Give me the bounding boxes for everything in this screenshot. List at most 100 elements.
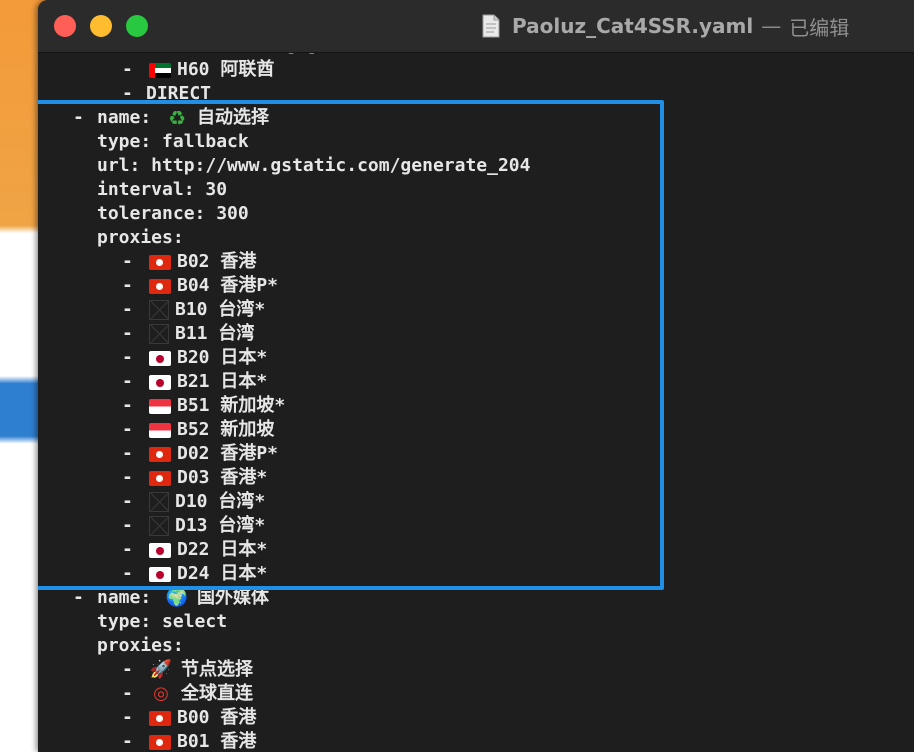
code-line[interactable]: - B21 日本* [38,370,530,394]
list-dash: - [122,299,133,320]
hong-kong-flag-icon [149,254,171,270]
line-text: B10 台湾* [175,299,266,320]
code-line[interactable]: - H60 阿联酋 [38,58,530,82]
code-line[interactable]: - B10 台湾* [38,298,530,322]
code-line[interactable]: - ◎ 全球直连 [38,682,530,706]
list-dash: - [122,515,133,536]
code-line[interactable]: - B51 新加坡* [38,394,530,418]
list-dash: - [73,107,84,128]
code-line[interactable]: - name: ♻ 自动选择 [38,106,530,130]
line-text: DIRECT [146,83,212,104]
window-title: Paoluz_Cat4SSR.yaml — 已编辑 [482,10,849,42]
line-text: interval: 30 [97,179,228,200]
list-dash: - [122,539,133,560]
edited-status: 已编辑 [789,15,850,40]
line-text: D02 香港P* [177,443,279,464]
line-text: 自动选择 [197,107,270,128]
name-key: name: [97,107,163,128]
list-dash: - [122,251,133,272]
line-text: D24 日本* [177,563,268,584]
line-text: proxies: [97,227,184,248]
line-text: B11 台湾 [175,323,255,344]
list-dash: - [122,659,133,680]
text-editor-area[interactable]: -H56 阿根廷 [2]-H60 阿联酋-DIRECT-name: ♻自动选择t… [38,53,914,752]
list-dash: - [122,371,133,392]
code-line[interactable]: - B11 台湾 [38,322,530,346]
code-line[interactable]: url: http://www.gstatic.com/generate_204 [38,154,530,178]
line-text: url: http://www.gstatic.com/generate_204 [97,155,531,176]
list-dash: - [122,83,133,104]
uae-flag-icon [149,62,171,78]
name-key: name: [97,587,163,608]
title-separator: — [761,14,782,38]
code-line[interactable]: - B02 香港 [38,250,530,274]
text-editor-window: Paoluz_Cat4SSR.yaml — 已编辑 -H56 阿根廷 [2]-H… [38,0,914,752]
code-line[interactable]: - D24 日本* [38,562,530,586]
hong-kong-flag-icon [149,446,171,462]
minimize-window-button[interactable] [90,15,112,37]
code-line[interactable]: - B00 香港 [38,706,530,730]
document-icon [482,14,500,38]
singapore-flag-icon [149,422,171,438]
list-dash: - [73,587,84,608]
line-text: B00 香港 [177,707,257,728]
code-line[interactable]: - D22 日本* [38,538,530,562]
code-line[interactable]: proxies: [38,634,530,658]
flag-icon [149,53,171,54]
recycle-icon: ♻ [168,106,186,130]
code-line[interactable]: - D10 台湾* [38,490,530,514]
code-line[interactable]: - B01 香港 [38,730,530,752]
code-line[interactable]: - B20 日本* [38,346,530,370]
hong-kong-flag-icon [149,734,171,750]
list-dash: - [122,419,133,440]
japan-flag-icon [149,542,171,558]
line-text: 国外媒体 [197,587,270,608]
code-line[interactable]: - D02 香港P* [38,442,530,466]
line-text: D13 台湾* [175,515,266,536]
list-dash: - [122,395,133,416]
close-window-button[interactable] [54,15,76,37]
code-line[interactable]: type: select [38,610,530,634]
missing-flag-icon [149,300,169,320]
line-text: D10 台湾* [175,491,266,512]
rocket-icon: 🚀 [149,659,173,680]
title-bar[interactable]: Paoluz_Cat4SSR.yaml — 已编辑 [38,0,914,53]
code-line[interactable]: - DIRECT [38,82,530,106]
list-dash: - [122,323,133,344]
line-text: 全球直连 [181,683,253,704]
code-line[interactable]: - 🚀 节点选择 [38,658,530,682]
list-dash: - [122,707,133,728]
code-line[interactable]: proxies: [38,226,530,250]
code-line[interactable]: interval: 30 [38,178,530,202]
code-line[interactable]: type: fallback [38,130,530,154]
code-line[interactable]: - B04 香港P* [38,274,530,298]
list-dash: - [122,563,133,584]
line-text: B52 新加坡 [177,419,275,440]
code-line[interactable]: - B52 新加坡 [38,418,530,442]
target-icon: ◎ [153,683,169,704]
line-text: B02 香港 [177,251,257,272]
zoom-window-button[interactable] [126,15,148,37]
code-line[interactable]: - D13 台湾* [38,514,530,538]
list-dash: - [122,467,133,488]
singapore-flag-icon [149,398,171,414]
code-line[interactable]: tolerance: 300 [38,202,530,226]
line-text: proxies: [97,635,184,656]
line-text: B21 日本* [177,371,268,392]
code-line[interactable]: - D03 香港* [38,466,530,490]
line-text: type: select [97,611,228,632]
yaml-code: -H56 阿根廷 [2]-H60 阿联酋-DIRECT-name: ♻自动选择t… [38,53,530,752]
list-dash: - [122,59,133,80]
line-text: H60 阿联酋 [177,59,275,80]
list-dash: - [122,443,133,464]
japan-flag-icon [149,566,171,582]
line-text: type: fallback [97,131,249,152]
file-name: Paoluz_Cat4SSR.yaml [512,14,754,38]
hong-kong-flag-icon [149,278,171,294]
list-dash: - [122,347,133,368]
hong-kong-flag-icon [149,470,171,486]
list-dash: - [122,731,133,752]
line-text: B04 香港P* [177,275,279,296]
line-text: D03 香港* [177,467,268,488]
code-line[interactable]: - name: 🌍 国外媒体 [38,586,530,610]
